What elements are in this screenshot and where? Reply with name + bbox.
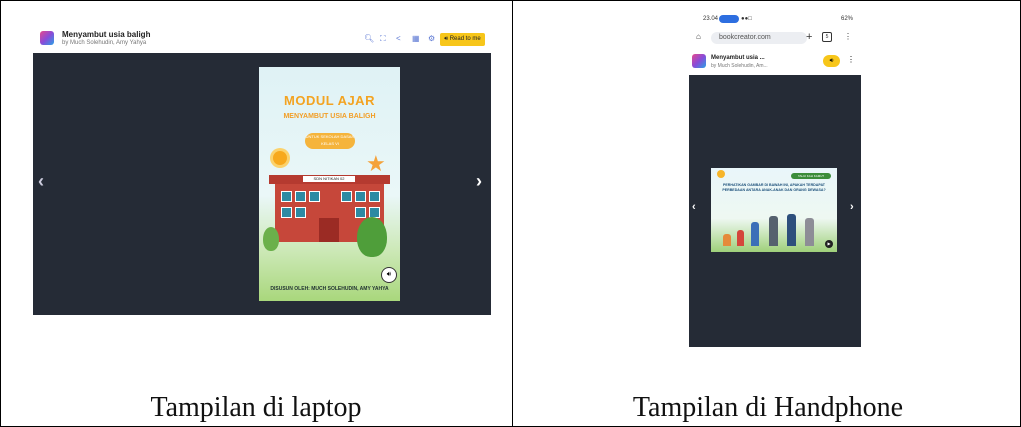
read-aloud-button[interactable]: 🔊︎ [823, 55, 840, 67]
status-pill-icon [719, 15, 739, 23]
window [355, 191, 366, 202]
new-tab-icon[interactable]: + [806, 31, 812, 43]
window [355, 207, 366, 218]
window [295, 191, 306, 202]
next-page-arrow-icon[interactable]: › [476, 171, 482, 192]
laptop-header: Menyambut usia baligh by Much Solehudin,… [33, 24, 491, 53]
phone-reader-area: ‹ › TAHU KAH KAMU? PERHATIKAN GAMBAR DI … [689, 75, 861, 347]
tree [357, 217, 387, 257]
url-field[interactable]: bookcreator.com [711, 32, 807, 44]
read-to-me-button[interactable]: 🔊︎ Read to me [440, 33, 485, 46]
column-divider [512, 0, 513, 427]
status-time: 23.04 [703, 16, 719, 22]
prev-page-arrow-icon[interactable]: ‹ [692, 201, 696, 213]
cover-badge-line2: KELAS VI [321, 141, 339, 146]
laptop-reader-area: ‹ › MODUL AJAR MENYAMBUT USIA BALIGH UNT… [33, 53, 491, 315]
person-figure [751, 222, 759, 246]
book-title: Menyambut usia baligh [62, 30, 151, 39]
app-logo-icon [40, 31, 54, 45]
person-figure [805, 218, 814, 246]
notification-icons: ●●□ [741, 16, 752, 22]
phone-app-header: Menyambut usia ... by Much Solehudin, Am… [689, 51, 861, 73]
window [309, 191, 320, 202]
book-author: by Much Solehudin, Am... [711, 63, 768, 69]
laptop-screenshot: Menyambut usia baligh by Much Solehudin,… [33, 24, 491, 315]
prev-page-arrow-icon[interactable]: ‹ [38, 171, 44, 192]
battery-level: 62% [840, 16, 853, 22]
browser-menu-icon[interactable]: ⋮ [844, 32, 852, 41]
cover-title: MODUL AJAR [284, 93, 375, 108]
book-author: by Much Solehudin, Amy Yahya [62, 40, 147, 46]
phone-status-bar: 23.04 ●●□ 62% [689, 13, 861, 25]
sun-icon [273, 151, 287, 165]
app-logo-icon [692, 54, 706, 68]
cover-author: DISUSUN OLEH: MUCH SOLEHUDIN, AMY YAHYA [270, 286, 389, 292]
cover-badge: UNTUK SEKOLAH DASAR KELAS VI [305, 133, 355, 149]
person-figure [737, 230, 744, 246]
next-page-arrow-icon[interactable]: › [850, 201, 854, 213]
page-tag: TAHU KAH KAMU? [791, 173, 831, 179]
window [341, 191, 352, 202]
page-text: PERHATIKAN GAMBAR DI BAWAH INI, APAKAH T… [722, 183, 826, 192]
gear-icon[interactable]: ⚙ [428, 35, 435, 43]
page-sound-icon[interactable]: ▶ [825, 240, 833, 248]
book-cover: MODUL AJAR MENYAMBUT USIA BALIGH UNTUK S… [259, 67, 400, 301]
person-figure [787, 214, 796, 246]
zoom-icon[interactable]: 🔍︎ [364, 35, 374, 43]
cover-sound-icon[interactable]: 🔊︎ [381, 267, 397, 283]
school-name: SDN NITIKAN 02 [303, 176, 355, 182]
window [369, 191, 380, 202]
window [281, 191, 292, 202]
person-figure [723, 234, 731, 246]
caption-phone: Tampilan di Handphone [632, 392, 904, 423]
person-figure [769, 216, 778, 246]
window [281, 207, 292, 218]
home-icon[interactable]: ⌂ [696, 32, 701, 41]
star-icon: ★ [366, 151, 386, 176]
sun-icon [717, 170, 725, 178]
window [295, 207, 306, 218]
tab-count[interactable]: 5 [822, 32, 832, 42]
tree [263, 227, 279, 251]
fullscreen-icon[interactable]: ⛶ [380, 35, 387, 43]
share-icon[interactable]: < [396, 35, 403, 43]
book-page: TAHU KAH KAMU? PERHATIKAN GAMBAR DI BAWA… [711, 168, 837, 252]
book-title: Menyambut usia ... [711, 55, 765, 61]
caption-laptop: Tampilan di laptop [150, 392, 362, 423]
cover-badge-line1: UNTUK SEKOLAH DASAR [305, 134, 355, 139]
read-to-me-label: Read to me [449, 36, 481, 42]
phone-screenshot: 23.04 ●●□ 62% ⌂ bookcreator.com + 5 ⋮ Me… [689, 13, 861, 347]
app-menu-icon[interactable]: ⋮ [847, 55, 855, 64]
browser-bar: ⌂ bookcreator.com + 5 ⋮ [695, 31, 855, 46]
school-door [319, 218, 339, 242]
cover-subtitle: MENYAMBUT USIA BALIGH [283, 113, 376, 120]
grid-icon[interactable]: ▦ [412, 35, 420, 43]
